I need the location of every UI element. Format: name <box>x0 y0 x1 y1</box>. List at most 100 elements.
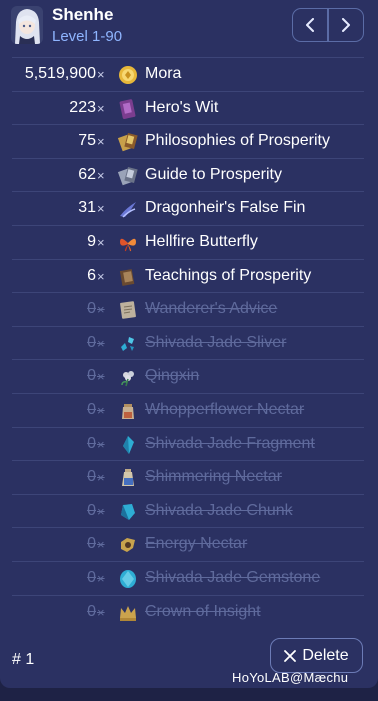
chevron-right-icon <box>341 18 350 32</box>
material-name: Shimmering Nectar <box>145 468 282 486</box>
times-sign: × <box>97 167 105 183</box>
material-name: Whopperflower Nectar <box>145 400 305 418</box>
material-quantity: 223 <box>69 98 96 116</box>
crown-icon <box>120 605 136 621</box>
false-fin-icon <box>120 202 136 218</box>
times-sign: × <box>97 234 105 250</box>
times-sign: × <box>97 436 105 452</box>
shimmering-nectar-icon <box>122 469 134 487</box>
material-name: Dragonheir's False Fin <box>145 199 306 217</box>
times-sign: × <box>97 537 105 553</box>
avatar <box>11 6 43 44</box>
times-sign: × <box>97 100 105 116</box>
material-quantity: 75 <box>78 132 96 150</box>
times-sign: × <box>97 470 105 486</box>
material-name: Hero's Wit <box>145 98 219 116</box>
material-quantity: 0 <box>87 333 96 351</box>
philosophies-icon <box>117 133 138 152</box>
character-nav <box>292 8 364 42</box>
material-name: Mora <box>145 65 182 82</box>
times-sign: × <box>97 503 105 519</box>
mora-coin-icon <box>119 66 137 84</box>
material-quantity: 31 <box>78 199 96 217</box>
jade-sliver-icon <box>121 336 134 351</box>
material-row: 31 × Dragonheir's False Fin <box>12 191 364 225</box>
material-quantity: 0 <box>87 367 96 385</box>
material-name: Wanderer's Advice <box>145 300 278 318</box>
qingxin-flower-icon <box>121 371 134 387</box>
material-quantity: 0 <box>87 535 96 553</box>
guide-icon <box>117 166 138 186</box>
butterfly-icon <box>120 238 136 252</box>
energy-nectar-icon <box>121 538 135 553</box>
prev-button[interactable] <box>293 9 327 41</box>
jade-chunk-icon <box>121 503 135 520</box>
material-name: Philosophies of Prosperity <box>145 132 330 150</box>
material-quantity: 0 <box>87 602 96 620</box>
material-row: 0 × Shimmering Nectar <box>12 460 364 494</box>
times-sign: × <box>97 302 105 318</box>
times-sign: × <box>97 67 105 82</box>
times-sign: × <box>97 335 105 351</box>
material-list: 5,519,900 × Mora 223 × Hero's Wit 75 × Philosoph… <box>12 57 364 628</box>
whopperflower-nectar-icon <box>122 403 134 419</box>
material-row: 223 × Hero's Wit <box>12 90 364 125</box>
material-row: 75 × Philosophies of Prosperity <box>12 124 364 158</box>
material-name: Shivada Jade Chunk <box>145 501 293 519</box>
material-quantity: 6 <box>87 266 96 284</box>
material-quantity: 5,519,900 <box>24 65 96 82</box>
character-level: Level 1-90 <box>52 28 123 45</box>
character-name: Shenhe <box>52 5 114 24</box>
material-quantity: 0 <box>87 468 96 486</box>
material-row: 0 × Shivada Jade Gemstone <box>12 560 364 595</box>
material-row: 0 × Shivada Jade Sliver <box>12 325 364 360</box>
jade-gemstone-icon <box>120 569 136 588</box>
material-card: Shenhe Level 1-90 5,519,900 × Mora 223 × Hero… <box>0 0 378 688</box>
material-row: 0 × Crown of Insight <box>12 594 364 629</box>
material-quantity: 0 <box>87 501 96 519</box>
heros-wit-book-icon <box>119 98 136 119</box>
times-sign: × <box>97 402 105 418</box>
material-row: 9 × Hellfire Butterfly <box>12 224 364 259</box>
times-sign: × <box>97 570 105 586</box>
delete-button[interactable]: Delete <box>270 638 363 673</box>
material-name: Shivada Jade Sliver <box>145 333 287 351</box>
material-name: Shivada Jade Gemstone <box>145 568 321 586</box>
material-name: Crown of Insight <box>145 602 261 620</box>
material-row: 0 × Whopperflower Nectar <box>12 392 364 427</box>
times-sign: × <box>97 604 105 620</box>
teachings-icon <box>119 268 135 286</box>
material-quantity: 0 <box>87 434 96 452</box>
watermark: HoYoLAB@Mæchu <box>232 670 349 685</box>
times-sign: × <box>97 201 105 217</box>
material-row: 6 × Teachings of Prosperity <box>12 258 364 293</box>
card-index: # 1 <box>12 651 35 668</box>
material-row: 0 × Qingxin <box>12 359 364 393</box>
material-name: Hellfire Butterfly <box>145 232 258 250</box>
times-sign: × <box>97 369 105 385</box>
material-row: 0 × Wanderer's Advice <box>12 292 364 326</box>
chevron-left-icon <box>306 18 315 32</box>
times-sign: × <box>97 134 105 150</box>
material-row: 5,519,900 × Mora <box>12 57 364 91</box>
material-name: Energy Nectar <box>145 535 248 553</box>
material-quantity: 0 <box>87 400 96 418</box>
material-name: Teachings of Prosperity <box>145 266 312 284</box>
material-row: 0 × Shivada Jade Fragment <box>12 426 364 461</box>
jade-fragment-icon <box>123 435 134 454</box>
material-quantity: 0 <box>87 300 96 318</box>
material-quantity: 9 <box>87 232 96 250</box>
material-row: 0 × Shivada Jade Chunk <box>12 493 364 528</box>
next-button[interactable] <box>329 9 363 41</box>
material-quantity: 0 <box>87 568 96 586</box>
card-header: Shenhe Level 1-90 <box>0 0 378 56</box>
material-row: 0 × Energy Nectar <box>12 527 364 561</box>
material-name: Guide to Prosperity <box>145 165 282 183</box>
wanderers-advice-icon <box>120 301 136 319</box>
close-icon <box>284 649 297 662</box>
material-name: Qingxin <box>145 367 200 385</box>
delete-label: Delete <box>302 646 349 664</box>
material-name: Shivada Jade Fragment <box>145 434 315 452</box>
material-quantity: 62 <box>78 165 96 183</box>
times-sign: × <box>97 268 105 284</box>
